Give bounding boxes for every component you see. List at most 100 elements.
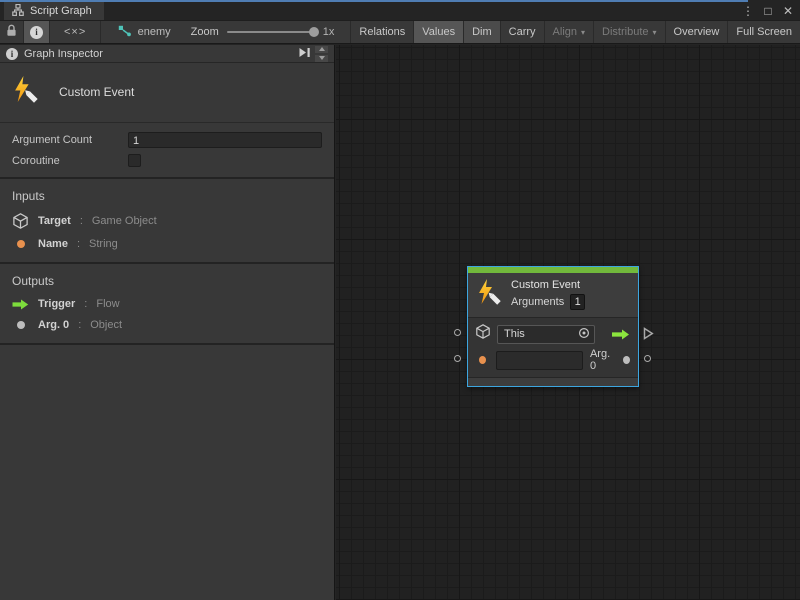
zoom-slider[interactable] xyxy=(227,31,315,33)
node-body: This xyxy=(468,318,638,376)
button-label: Overview xyxy=(674,26,720,38)
maximize-icon[interactable]: □ xyxy=(760,3,776,19)
scroll-up-button[interactable] xyxy=(315,46,328,53)
coroutine-checkbox[interactable] xyxy=(128,154,141,167)
graph-canvas[interactable]: Custom Event Arguments 1 xyxy=(336,45,800,600)
object-port-icon xyxy=(12,321,29,329)
toolbar-button-carry[interactable]: Carry xyxy=(501,21,545,43)
toolbar-button-values[interactable]: Values xyxy=(414,21,464,43)
close-icon[interactable]: ✕ xyxy=(780,3,796,19)
custom-event-icon xyxy=(476,279,502,310)
tab-title: Script Graph xyxy=(30,5,92,17)
argument-count-label: Argument Count xyxy=(12,134,128,146)
arg0-input[interactable] xyxy=(496,351,583,370)
zoom-slider-handle[interactable] xyxy=(309,27,319,37)
outputs-heading: Outputs xyxy=(12,274,322,288)
port-type: Object xyxy=(90,319,122,331)
toolbar-button-fullscreen[interactable]: Full Screen xyxy=(728,21,800,43)
graph-breadcrumb[interactable]: enemy xyxy=(108,21,181,43)
node-header[interactable]: Custom Event Arguments 1 xyxy=(468,273,638,318)
input-port-target: Target : Game Object xyxy=(12,213,322,229)
button-label: Relations xyxy=(359,26,405,38)
toolbar-button-dim[interactable]: Dim xyxy=(464,21,501,43)
lock-icon xyxy=(6,24,17,40)
orange-dot-icon xyxy=(479,356,486,364)
output-port-trigger-connector[interactable] xyxy=(643,327,654,345)
outputs-section: Outputs Trigger : Flow Arg. 0 : Object xyxy=(0,264,334,345)
chevron-down-icon: ▾ xyxy=(653,28,657,37)
input-port-target-connector[interactable] xyxy=(454,329,461,336)
triangle-up-icon xyxy=(319,47,325,51)
node-header-text: Custom Event Arguments 1 xyxy=(511,279,585,310)
input-port-name-connector[interactable] xyxy=(454,355,461,362)
zoom-value: 1x xyxy=(323,26,335,38)
lock-button[interactable] xyxy=(0,21,24,43)
unit-fields: Argument Count 1 Coroutine xyxy=(0,123,334,179)
chevron-down-icon: ▾ xyxy=(581,28,585,37)
node-footer xyxy=(468,377,638,386)
arg0-label: Arg. 0 xyxy=(590,348,616,372)
coroutine-label: Coroutine xyxy=(12,155,128,167)
node-title: Custom Event xyxy=(511,279,585,291)
button-label: Distribute xyxy=(602,26,648,38)
output-port-arg0: Arg. 0 : Object xyxy=(12,319,322,331)
scroll-down-button[interactable] xyxy=(315,55,328,62)
button-label: Full Screen xyxy=(736,26,792,38)
toolbar-button-overview[interactable]: Overview xyxy=(666,21,729,43)
window-menu-icon[interactable]: ⋮ xyxy=(740,3,756,19)
target-select[interactable]: This xyxy=(497,325,595,344)
port-type: Game Object xyxy=(92,215,157,227)
port-name: Arg. 0 xyxy=(38,319,69,331)
crosshair-icon xyxy=(578,327,590,342)
output-port-trigger: Trigger : Flow xyxy=(12,298,322,310)
code-icon: <×> xyxy=(64,26,86,38)
port-name: Trigger xyxy=(38,298,75,310)
dock-panel-icon[interactable] xyxy=(298,47,311,61)
node-row-target: This xyxy=(476,324,630,344)
unit-header: Custom Event xyxy=(0,63,334,123)
cube-icon xyxy=(12,213,29,229)
port-type: Flow xyxy=(96,298,119,310)
argument-count-field[interactable]: 1 xyxy=(128,132,322,148)
panel-title: Graph Inspector xyxy=(24,48,103,60)
arguments-label: Arguments xyxy=(511,296,564,308)
zoom-control: Zoom 1x xyxy=(181,21,345,43)
custom-event-icon xyxy=(12,76,39,108)
arguments-field[interactable]: 1 xyxy=(570,294,585,310)
port-separator: : xyxy=(77,238,80,250)
button-label: Values xyxy=(422,26,455,38)
node-row-arg0: Arg. 0 xyxy=(476,350,630,370)
gray-dot-icon xyxy=(17,321,25,329)
info-icon: i xyxy=(6,48,18,60)
custom-event-node-wrapper: Custom Event Arguments 1 xyxy=(467,266,639,387)
node-arguments-row: Arguments 1 xyxy=(511,294,585,310)
script-graph-icon xyxy=(12,4,24,19)
graph-inspector-header: i Graph Inspector xyxy=(0,45,334,63)
toolbar-button-distribute[interactable]: Distribute ▾ xyxy=(594,21,665,43)
inputs-section: Inputs Target : Game Object Name : Strin… xyxy=(0,179,334,264)
inspector-toggle-button[interactable]: i xyxy=(24,21,50,43)
graph-toolbar: i <×> enemy Zoom 1x Relations xyxy=(0,20,800,44)
toolbar-button-align[interactable]: Align ▾ xyxy=(545,21,594,43)
port-separator: : xyxy=(84,298,87,310)
graph-asset-icon xyxy=(118,25,132,40)
custom-event-node[interactable]: Custom Event Arguments 1 xyxy=(467,266,639,387)
code-view-button[interactable]: <×> xyxy=(50,21,101,43)
graph-inspector-panel: i Graph Inspector xyxy=(0,45,335,600)
zoom-label: Zoom xyxy=(191,26,219,38)
output-port-arg0-connector[interactable] xyxy=(644,355,651,362)
panel-header-controls xyxy=(298,46,328,62)
toolbar-button-relations[interactable]: Relations xyxy=(350,21,414,43)
coroutine-row: Coroutine xyxy=(12,154,322,167)
window-controls: ⋮ □ ✕ xyxy=(740,2,796,20)
flow-arrow-icon xyxy=(611,329,630,340)
target-select-value: This xyxy=(504,328,578,340)
port-name: Target xyxy=(38,215,71,227)
button-label: Carry xyxy=(509,26,536,38)
button-label: Align xyxy=(553,26,577,38)
cube-icon xyxy=(476,324,490,344)
info-icon: i xyxy=(30,26,43,39)
unit-title: Custom Event xyxy=(59,85,134,99)
tab-script-graph[interactable]: Script Graph xyxy=(4,2,104,20)
port-separator: : xyxy=(80,215,83,227)
